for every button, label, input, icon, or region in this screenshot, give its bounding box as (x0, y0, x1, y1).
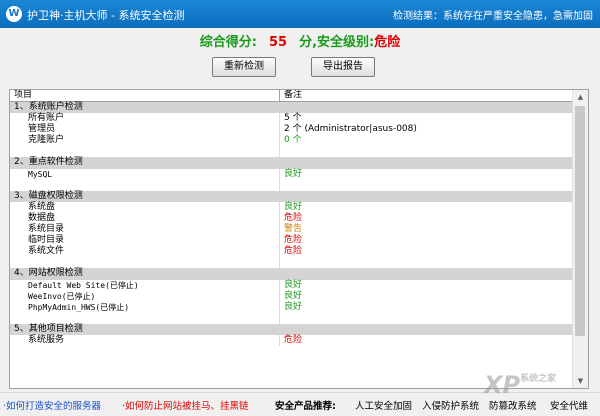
product-link-anti-tamper[interactable]: 防篡改系统 (489, 398, 537, 412)
table-row[interactable]: MySQL 良好 (10, 168, 573, 180)
item-note: 0 个 (284, 135, 302, 146)
group-title: 1、系统账户检测 (10, 102, 280, 113)
score-summary: 综合得分: 55 分,安全级别:危险 (0, 31, 600, 50)
level-label: 安全级别: (317, 35, 375, 50)
table-group-row[interactable]: 4、网站权限检测 (10, 268, 573, 280)
product-link-hardening[interactable]: 人工安全加固 (355, 398, 412, 412)
scroll-up-arrow-icon[interactable]: ▲ (573, 90, 588, 104)
item-name: 临时目录 (10, 235, 280, 247)
item-note: 危险 (284, 235, 303, 246)
item-name: MySQL (10, 168, 280, 180)
item-note: 良好 (284, 290, 303, 301)
table-row[interactable]: Default Web Site(已停止) 良好 (10, 279, 573, 291)
product-link-maintenance[interactable]: 安全代维 (550, 398, 588, 412)
item-note: 良好 (284, 301, 303, 312)
item-name: 数据盘 (10, 212, 280, 224)
item-name: PhpMyAdmin_HWS(已停止) (10, 301, 280, 313)
watermark-logo: XP系统之家 (484, 371, 557, 399)
item-name: 克隆账户 (10, 135, 280, 147)
title-bar: W 护卫神·主机大师 - 系统安全检测 检测结果：系统存在严重安全隐患，急需加固 (0, 0, 600, 28)
table-group-row[interactable]: 1、系统账户检测 (10, 102, 573, 114)
check-result-status: 检测结果：系统存在严重安全隐患，急需加固 (393, 11, 593, 22)
item-note: 良好 (284, 168, 303, 179)
item-name: 系统文件 (10, 246, 280, 258)
group-title: 5、其他项目检测 (10, 323, 280, 335)
table-header: 项目 备注 (10, 90, 573, 102)
link-secure-server[interactable]: ·如何打造安全的服务器 (3, 398, 101, 412)
item-note: 良好 (284, 279, 303, 290)
security-level: 危险 (374, 35, 401, 50)
item-note: 危险 (284, 212, 303, 223)
table-body: 1、系统账户检测 所有账户 5 个管理员 2 个 (Administrator|asu… (10, 102, 573, 346)
group-title: 3、磁盘权限检测 (10, 190, 280, 202)
group-title: 4、网站权限检测 (10, 268, 280, 280)
spacer-row (10, 257, 573, 269)
column-header-note[interactable]: 备注 (280, 90, 570, 101)
column-header-item[interactable]: 项目 (10, 90, 280, 101)
app-logo-icon: W (6, 6, 22, 22)
item-name: 系统盘 (10, 201, 280, 213)
table-row[interactable]: 克隆账户 0 个 (10, 135, 573, 147)
item-name: 系统目录 (10, 224, 280, 236)
group-title: 2、重点软件检测 (10, 157, 280, 169)
table-group-row[interactable]: 5、其他项目检测 (10, 323, 573, 335)
item-note: 2 个 (Administrator|asus-008) (284, 124, 417, 135)
products-label: 安全产品推荐: (275, 401, 336, 412)
table-row[interactable]: 系统文件 危险 (10, 246, 573, 258)
item-note: 5 个 (284, 113, 302, 124)
export-report-button[interactable]: 导出报告 (311, 57, 375, 77)
item-name: 管理员 (10, 124, 280, 136)
score-unit: 分, (299, 35, 318, 50)
recheck-button[interactable]: 重新检测 (212, 57, 276, 77)
spacer-row (10, 146, 573, 158)
link-prevent-trojan[interactable]: ·如何防止网站被挂马、挂黑链 (122, 398, 249, 412)
table-row[interactable]: 所有账户 5 个 (10, 113, 573, 125)
item-note: 警告 (284, 224, 303, 235)
table-row[interactable]: 数据盘 危险 (10, 212, 573, 224)
item-note: 危险 (284, 334, 303, 345)
product-link-intrusion-protection[interactable]: 入侵防护系统 (422, 398, 479, 412)
table-row[interactable]: 系统目录 警告 (10, 224, 573, 236)
item-note: 良好 (284, 201, 303, 212)
window-title: 护卫神·主机大师 - 系统安全检测 (27, 9, 185, 22)
table-row[interactable]: WeeInvo(已停止) 良好 (10, 290, 573, 302)
item-name: Default Web Site(已停止) (10, 279, 280, 291)
spacer-row (10, 312, 573, 324)
scroll-thumb[interactable] (575, 106, 585, 336)
table-group-row[interactable]: 2、重点软件检测 (10, 157, 573, 169)
item-name: 系统服务 (10, 334, 280, 346)
table-row[interactable]: PhpMyAdmin_HWS(已停止) 良好 (10, 301, 573, 313)
table-row[interactable]: 系统盘 良好 (10, 201, 573, 213)
item-note: 危险 (284, 246, 303, 257)
table-row[interactable]: 管理员 2 个 (Administrator|asus-008) (10, 124, 573, 136)
scroll-down-arrow-icon[interactable]: ▼ (573, 374, 588, 388)
spacer-row (10, 179, 573, 191)
results-table: 项目 备注 1、系统账户检测 所有账户 5 个管理员 2 个 (Administrat… (9, 89, 589, 389)
score-value: 55 (268, 35, 288, 50)
table-group-row[interactable]: 3、磁盘权限检测 (10, 190, 573, 202)
table-row[interactable]: 临时目录 危险 (10, 235, 573, 247)
table-row[interactable]: 系统服务 危险 (10, 334, 573, 346)
item-name: 所有账户 (10, 113, 280, 125)
item-name: WeeInvo(已停止) (10, 290, 280, 302)
score-label: 综合得分: (199, 35, 257, 50)
vertical-scrollbar[interactable]: ▲ ▼ (572, 90, 588, 388)
